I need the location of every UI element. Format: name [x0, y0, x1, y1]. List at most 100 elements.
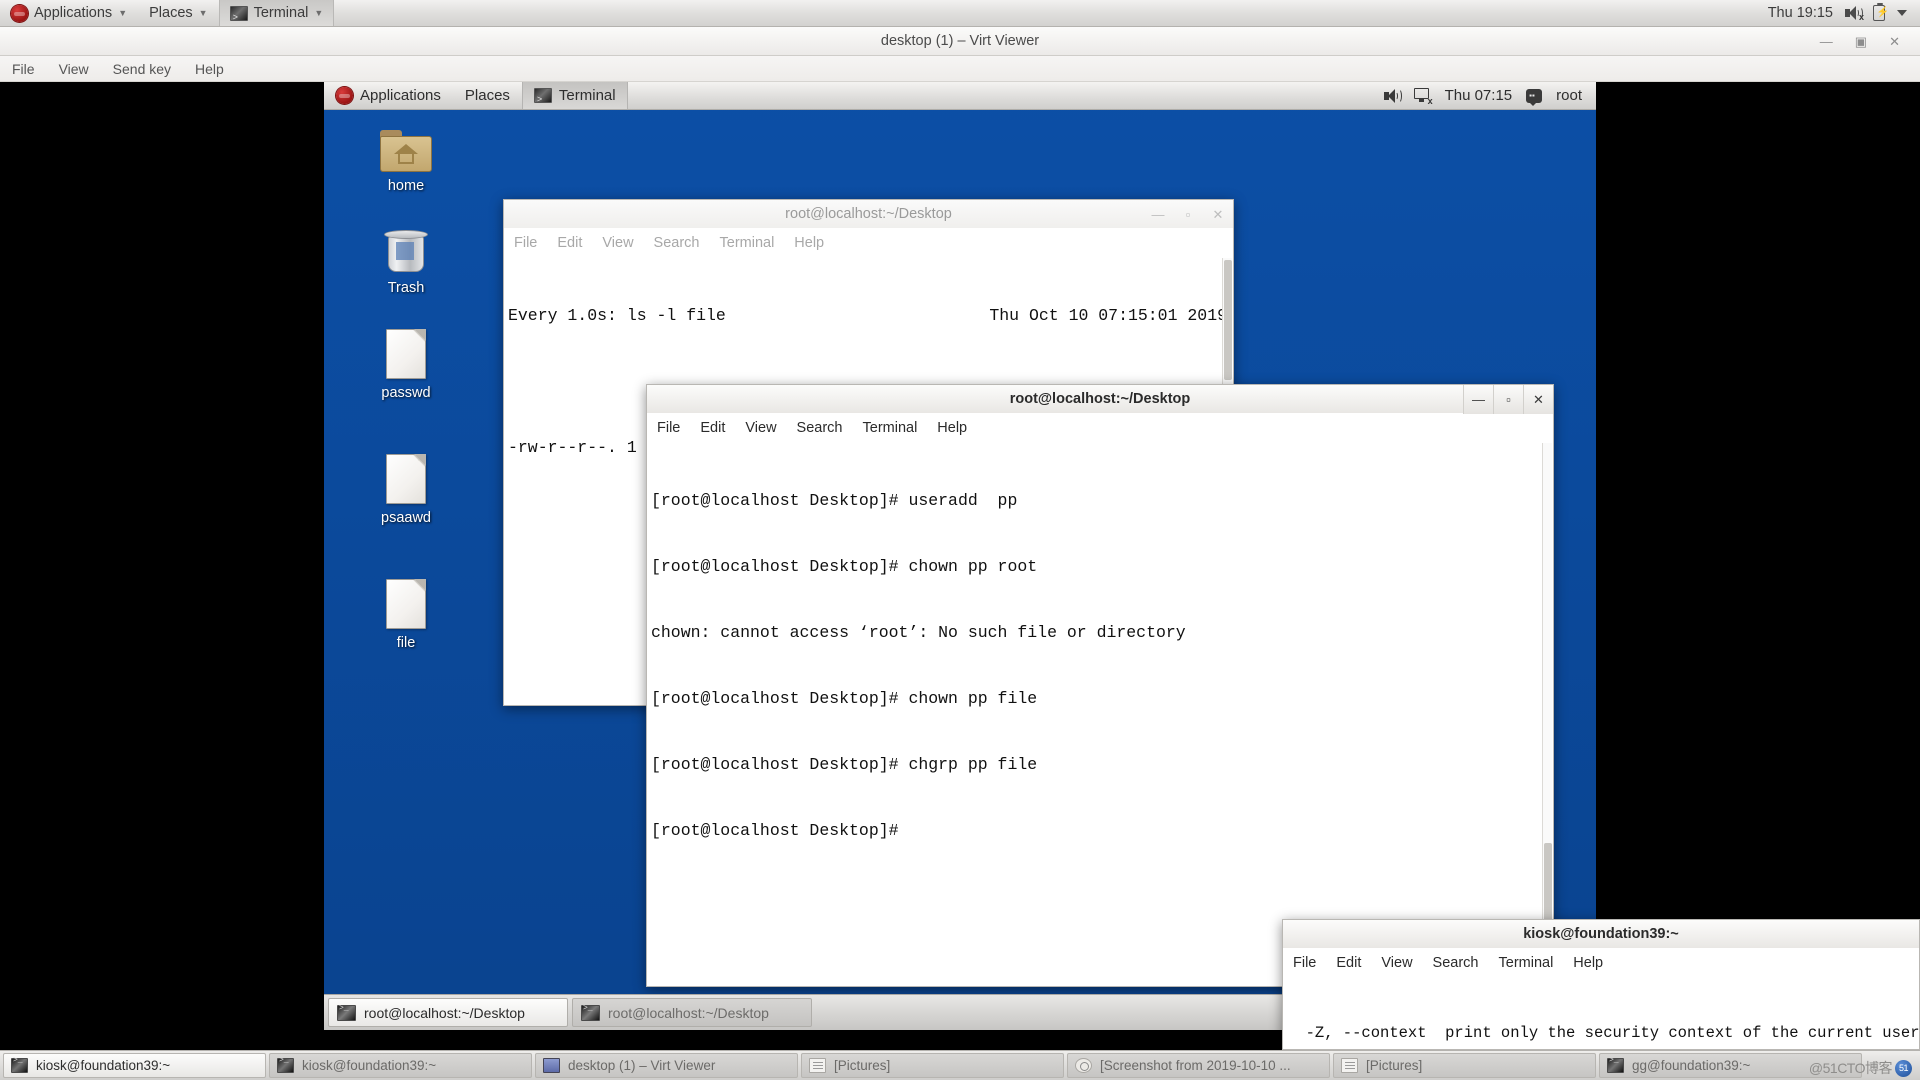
vv-menu-send-key[interactable]: Send key [101, 61, 183, 77]
terminal-output-front[interactable]: [root@localhost Desktop]# useradd pp [ro… [646, 442, 1554, 987]
guest-user-label[interactable]: root [1556, 87, 1582, 104]
window-titlebar[interactable]: kiosk@foundation39:~ [1282, 919, 1920, 948]
speaker-icon[interactable] [1383, 88, 1402, 103]
menu-edit[interactable]: Edit [1326, 955, 1371, 971]
host-clock[interactable]: Thu 19:15 [1768, 5, 1833, 21]
watch-timestamp: Thu Oct 10 07:15:01 2019 [989, 306, 1227, 325]
host-taskbar-button-screenshot[interactable]: [Screenshot from 2019-10-10 ... [1067, 1053, 1330, 1078]
host-taskbar-label: desktop (1) – Virt Viewer [568, 1058, 716, 1073]
terminal-menubar: File Edit View Search Terminal Help [503, 228, 1234, 257]
guest-clock[interactable]: Thu 07:15 [1445, 87, 1513, 104]
host-taskbar-button-virt-viewer[interactable]: desktop (1) – Virt Viewer [535, 1053, 798, 1078]
minimize-icon[interactable]: — [1463, 385, 1493, 414]
maximize-icon[interactable]: ▣ [1855, 35, 1867, 48]
chevron-down-icon[interactable] [1897, 10, 1907, 16]
menu-view[interactable]: View [735, 420, 786, 436]
terminal-line: -Z, --context print only the security co… [1287, 1024, 1920, 1042]
desktop-icon-trash[interactable]: Trash [360, 222, 452, 296]
window-titlebar[interactable]: root@localhost:~/Desktop — ▫ ✕ [646, 384, 1554, 414]
guest-terminal-label: Terminal [558, 87, 616, 104]
watch-command: Every 1.0s: ls -l file [508, 306, 726, 325]
minimize-icon[interactable]: — [1143, 200, 1173, 229]
host-taskbar-label: [Pictures] [834, 1058, 891, 1073]
watermark: @51CTO博客 51 [1809, 1058, 1912, 1078]
watch-header-row: Every 1.0s: ls -l file Thu Oct 10 07:15:… [508, 305, 1233, 327]
menu-search[interactable]: Search [1423, 955, 1489, 971]
menu-file[interactable]: File [647, 420, 690, 436]
menu-help[interactable]: Help [1563, 955, 1613, 971]
terminal-icon [533, 87, 552, 114]
vertical-scrollbar[interactable] [1542, 443, 1552, 985]
desktop-icon-psaawd[interactable]: psaawd [360, 452, 452, 526]
menu-file[interactable]: File [1283, 955, 1326, 971]
host-taskbar-button-kiosk-2[interactable]: kiosk@foundation39:~ [269, 1053, 532, 1078]
menu-help[interactable]: Help [927, 420, 977, 436]
monitor-icon [543, 1058, 560, 1073]
host-taskbar-label: kiosk@foundation39:~ [302, 1058, 437, 1073]
menu-search[interactable]: Search [787, 420, 853, 436]
guest-applications-label: Applications [360, 87, 441, 104]
battery-icon[interactable]: ⚡ [1873, 3, 1889, 21]
window-titlebar[interactable]: root@localhost:~/Desktop — ▫ ✕ [503, 199, 1234, 228]
desktop-icon-home[interactable]: home [360, 120, 452, 194]
fedora-logo-icon [11, 4, 28, 22]
terminal-window-front[interactable]: root@localhost:~/Desktop — ▫ ✕ File Edit… [646, 384, 1554, 987]
file-icon [360, 577, 452, 629]
menu-view[interactable]: View [592, 235, 643, 251]
terminal-icon [337, 1004, 356, 1021]
terminal-window-kiosk[interactable]: kiosk@foundation39:~ File Edit View Sear… [1282, 919, 1920, 1050]
guest-places-menu[interactable]: Places [453, 82, 522, 109]
window-controls: — ▫ ✕ [1463, 385, 1553, 414]
menu-search[interactable]: Search [644, 235, 710, 251]
terminal-output-kiosk[interactable]: -Z, --context print only the security co… [1282, 977, 1920, 1050]
menu-terminal[interactable]: Terminal [853, 420, 928, 436]
close-icon[interactable]: ✕ [1889, 35, 1900, 48]
taskbar-button-terminal-2[interactable]: root@localhost:~/Desktop [572, 998, 812, 1027]
menu-file[interactable]: File [504, 235, 547, 251]
chat-icon[interactable]: ▪▪ [1526, 88, 1543, 106]
guest-top-panel: Applications Places Terminal x Thu 0 [324, 82, 1596, 114]
vv-menu-help[interactable]: Help [183, 61, 236, 77]
menu-view[interactable]: View [1371, 955, 1422, 971]
host-taskbar-label: [Pictures] [1366, 1058, 1423, 1073]
menu-terminal[interactable]: Terminal [710, 235, 785, 251]
host-terminal-label: Terminal [253, 5, 309, 21]
desktop-icon-file[interactable]: file [360, 577, 452, 651]
menu-terminal[interactable]: Terminal [1489, 955, 1564, 971]
close-icon[interactable]: ✕ [1203, 200, 1233, 229]
menu-edit[interactable]: Edit [690, 420, 735, 436]
speaker-mute-icon[interactable]: x [1845, 6, 1864, 22]
guest-panel-tray: x Thu 07:15 ▪▪ root [1383, 87, 1596, 106]
host-applications-menu[interactable]: Applications ▼ [0, 0, 138, 26]
menu-help[interactable]: Help [784, 235, 834, 251]
host-places-menu[interactable]: Places ▼ [138, 0, 218, 26]
terminal-icon [277, 1056, 294, 1073]
host-terminal-menu[interactable]: Terminal ▼ [218, 0, 335, 31]
host-taskbar-button-kiosk-1[interactable]: kiosk@foundation39:~ [3, 1053, 266, 1078]
terminal-line: [root@localhost Desktop]# chgrp pp file [651, 755, 1038, 774]
vv-menu-view[interactable]: View [47, 61, 101, 77]
host-taskbar-label: [Screenshot from 2019-10-10 ... [1100, 1058, 1291, 1073]
taskbar-button-label: root@localhost:~/Desktop [364, 1004, 525, 1021]
minimize-icon[interactable]: — [1820, 35, 1833, 48]
screen-root: Applications ▼ Places ▼ Terminal ▼ Thu 1… [0, 0, 1920, 1080]
guest-desktop[interactable]: Applications Places Terminal x Thu 0 [324, 82, 1596, 1030]
display-off-icon[interactable]: x [1413, 88, 1433, 106]
trash-icon [360, 222, 452, 274]
taskbar-button-terminal-1[interactable]: root@localhost:~/Desktop [328, 998, 568, 1027]
file-icon [360, 452, 452, 504]
maximize-icon[interactable]: ▫ [1173, 200, 1203, 229]
terminal-icon [581, 1004, 600, 1021]
vv-menu-file[interactable]: File [0, 61, 47, 77]
menu-edit[interactable]: Edit [547, 235, 592, 251]
maximize-icon[interactable]: ▫ [1493, 385, 1523, 414]
close-icon[interactable]: ✕ [1523, 385, 1553, 414]
virt-viewer-titlebar[interactable]: desktop (1) – Virt Viewer — ▣ ✕ [0, 27, 1920, 56]
host-taskbar-button-pictures-1[interactable]: [Pictures] [801, 1053, 1064, 1078]
guest-applications-menu[interactable]: Applications [324, 82, 453, 109]
guest-terminal-menu[interactable]: Terminal [521, 82, 628, 114]
desktop-icon-passwd[interactable]: passwd [360, 327, 452, 401]
host-taskbar-label: kiosk@foundation39:~ [36, 1058, 171, 1073]
file-icon [360, 327, 452, 379]
host-taskbar-button-pictures-2[interactable]: [Pictures] [1333, 1053, 1596, 1078]
